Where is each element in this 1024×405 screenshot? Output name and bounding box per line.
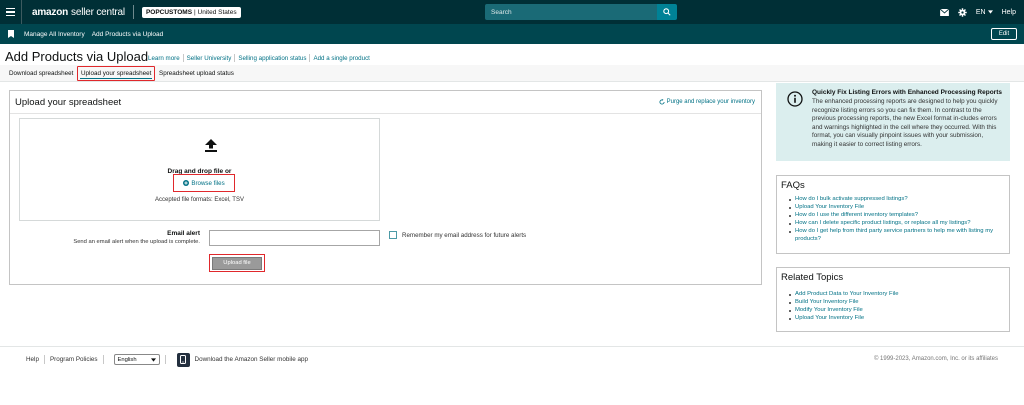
related-topics-title: Related Topics bbox=[781, 272, 844, 283]
enhanced-reports-info-box: Quickly Fix Listing Errors with Enhanced… bbox=[776, 83, 1010, 161]
search-button[interactable] bbox=[657, 4, 677, 20]
copyright-text: © 1999-2023, Amazon.com, Inc. or its aff… bbox=[873, 356, 998, 362]
seller-central-logo[interactable]: amazon seller central bbox=[32, 7, 125, 18]
search-bar: Search bbox=[485, 4, 677, 20]
faq-link[interactable]: How do I bulk activate suppressed listin… bbox=[789, 196, 1009, 204]
info-body: The enhanced processing reports are desi… bbox=[812, 98, 998, 148]
logo-suffix: seller central bbox=[71, 6, 125, 18]
related-topic-link[interactable]: Upload Your Inventory File bbox=[789, 315, 1009, 323]
mail-icon[interactable] bbox=[939, 8, 949, 16]
footer-language-select[interactable]: English bbox=[113, 354, 160, 365]
selling-application-status-link[interactable]: Selling application status bbox=[238, 55, 306, 62]
bookmark-bar: Manage All Inventory Add Products via Up… bbox=[0, 24, 1024, 44]
remember-email-label: Remember my email address for future ale… bbox=[402, 231, 527, 239]
related-topics-list: Add Product Data to Your Inventory File … bbox=[789, 291, 1009, 323]
faqs-card: FAQs How do I bulk activate suppressed l… bbox=[776, 175, 1010, 254]
email-alert-field[interactable] bbox=[209, 230, 380, 246]
seller-university-link[interactable]: Seller University bbox=[187, 55, 232, 62]
faq-link[interactable]: How can I delete specific product listin… bbox=[789, 220, 1009, 228]
tab-upload-spreadsheet[interactable]: Upload your spreadsheet bbox=[77, 66, 156, 81]
related-topics-card: Related Topics Add Product Data to Your … bbox=[776, 267, 1010, 332]
email-alert-label: Email alert bbox=[167, 230, 200, 237]
related-topic-link[interactable]: Build Your Inventory File bbox=[789, 299, 1009, 307]
top-right-controls: EN Help bbox=[939, 0, 1016, 24]
mobile-app-icon[interactable] bbox=[176, 352, 190, 367]
accepted-formats-text: Accepted file formats: Excel, TSV bbox=[155, 197, 244, 203]
language-label: EN bbox=[975, 8, 986, 16]
logo-brand: amazon bbox=[32, 6, 69, 18]
info-title: Quickly Fix Listing Errors with Enhanced… bbox=[812, 89, 1002, 96]
faq-link[interactable]: How do I use the different inventory tem… bbox=[789, 212, 1009, 220]
purge-link-label: Purge and replace your inventory bbox=[666, 99, 755, 105]
tab-download-spreadsheet[interactable]: Download spreadsheet bbox=[9, 65, 73, 82]
upload-button-highlight: Upload file bbox=[209, 254, 265, 272]
chevron-down-icon bbox=[987, 10, 993, 14]
file-dropzone[interactable]: Drag and drop file or Browse files Accep… bbox=[19, 118, 380, 221]
search-placeholder: Search bbox=[491, 8, 512, 16]
related-topic-link[interactable]: Modify Your Inventory File bbox=[789, 307, 1009, 315]
chevron-down-icon bbox=[150, 357, 156, 362]
faqs-list: How do I bulk activate suppressed listin… bbox=[789, 196, 1009, 243]
edit-bookmarks-button[interactable]: Edit bbox=[991, 28, 1017, 40]
divider bbox=[309, 54, 311, 62]
email-alert-hint: Send an email alert when the upload is c… bbox=[73, 239, 200, 245]
divider bbox=[132, 5, 134, 19]
store-country: | United States bbox=[194, 8, 237, 16]
store-name: POPCUSTOMS bbox=[145, 8, 193, 16]
page-footer: Help Program Policies English Download t… bbox=[0, 346, 1024, 372]
tabs-bar: Download spreadsheet Upload your spreads… bbox=[0, 65, 1024, 82]
panel-header: Upload your spreadsheet Purge and replac… bbox=[10, 91, 761, 114]
upload-file-button[interactable]: Upload file bbox=[212, 256, 262, 270]
bookmark-manage-inventory[interactable]: Manage All Inventory bbox=[24, 31, 85, 38]
upload-arrow-icon bbox=[205, 139, 217, 152]
search-icon bbox=[663, 8, 671, 16]
divider bbox=[234, 54, 236, 62]
refresh-icon bbox=[659, 99, 665, 105]
info-icon bbox=[787, 91, 803, 107]
upload-panel-title: Upload your spreadsheet bbox=[15, 97, 122, 108]
divider bbox=[164, 355, 166, 364]
page-title: Add Products via Upload bbox=[5, 49, 149, 64]
remember-email-checkbox[interactable] bbox=[389, 231, 397, 239]
divider bbox=[43, 355, 45, 364]
search-input[interactable]: Search bbox=[485, 4, 657, 20]
bookmark-icon[interactable] bbox=[8, 30, 14, 38]
purge-replace-inventory-link[interactable]: Purge and replace your inventory bbox=[659, 99, 755, 105]
footer-language-value: English bbox=[117, 356, 137, 363]
browse-files-label: Browse files bbox=[191, 179, 225, 187]
tab-spreadsheet-upload-status[interactable]: Spreadsheet upload status bbox=[159, 65, 234, 82]
related-topic-link[interactable]: Add Product Data to Your Inventory File bbox=[789, 291, 1009, 299]
add-single-product-link[interactable]: Add a single product bbox=[313, 55, 369, 62]
mobile-app-link[interactable]: Download the Amazon Seller mobile app bbox=[195, 356, 308, 363]
faqs-title: FAQs bbox=[781, 180, 805, 191]
faq-link[interactable]: How do I get help from third party servi… bbox=[789, 228, 1009, 244]
gear-icon[interactable] bbox=[958, 7, 967, 17]
menu-icon[interactable] bbox=[0, 0, 22, 24]
top-navigation-bar: amazon seller central POPCUSTOMS | Unite… bbox=[0, 0, 1024, 24]
footer-help-link[interactable]: Help bbox=[26, 356, 39, 363]
learn-more-link[interactable]: Learn more bbox=[148, 55, 180, 62]
faq-link[interactable]: Upload Your Inventory File bbox=[789, 204, 1009, 212]
upload-panel: Upload your spreadsheet Purge and replac… bbox=[9, 90, 762, 285]
remember-email-option[interactable]: Remember my email address for future ale… bbox=[389, 231, 526, 239]
divider bbox=[102, 355, 104, 364]
browse-files-button[interactable]: Browse files bbox=[173, 174, 235, 192]
help-link[interactable]: Help bbox=[1002, 9, 1016, 16]
bookmark-add-products-upload[interactable]: Add Products via Upload bbox=[92, 31, 164, 38]
phone-icon bbox=[180, 355, 187, 364]
divider bbox=[182, 54, 184, 62]
program-policies-link[interactable]: Program Policies bbox=[50, 356, 98, 363]
plus-circle-icon bbox=[183, 180, 190, 186]
title-links: Learn more Seller University Selling app… bbox=[148, 54, 370, 62]
store-selector[interactable]: POPCUSTOMS | United States bbox=[141, 6, 241, 18]
language-selector[interactable]: EN bbox=[976, 9, 993, 16]
